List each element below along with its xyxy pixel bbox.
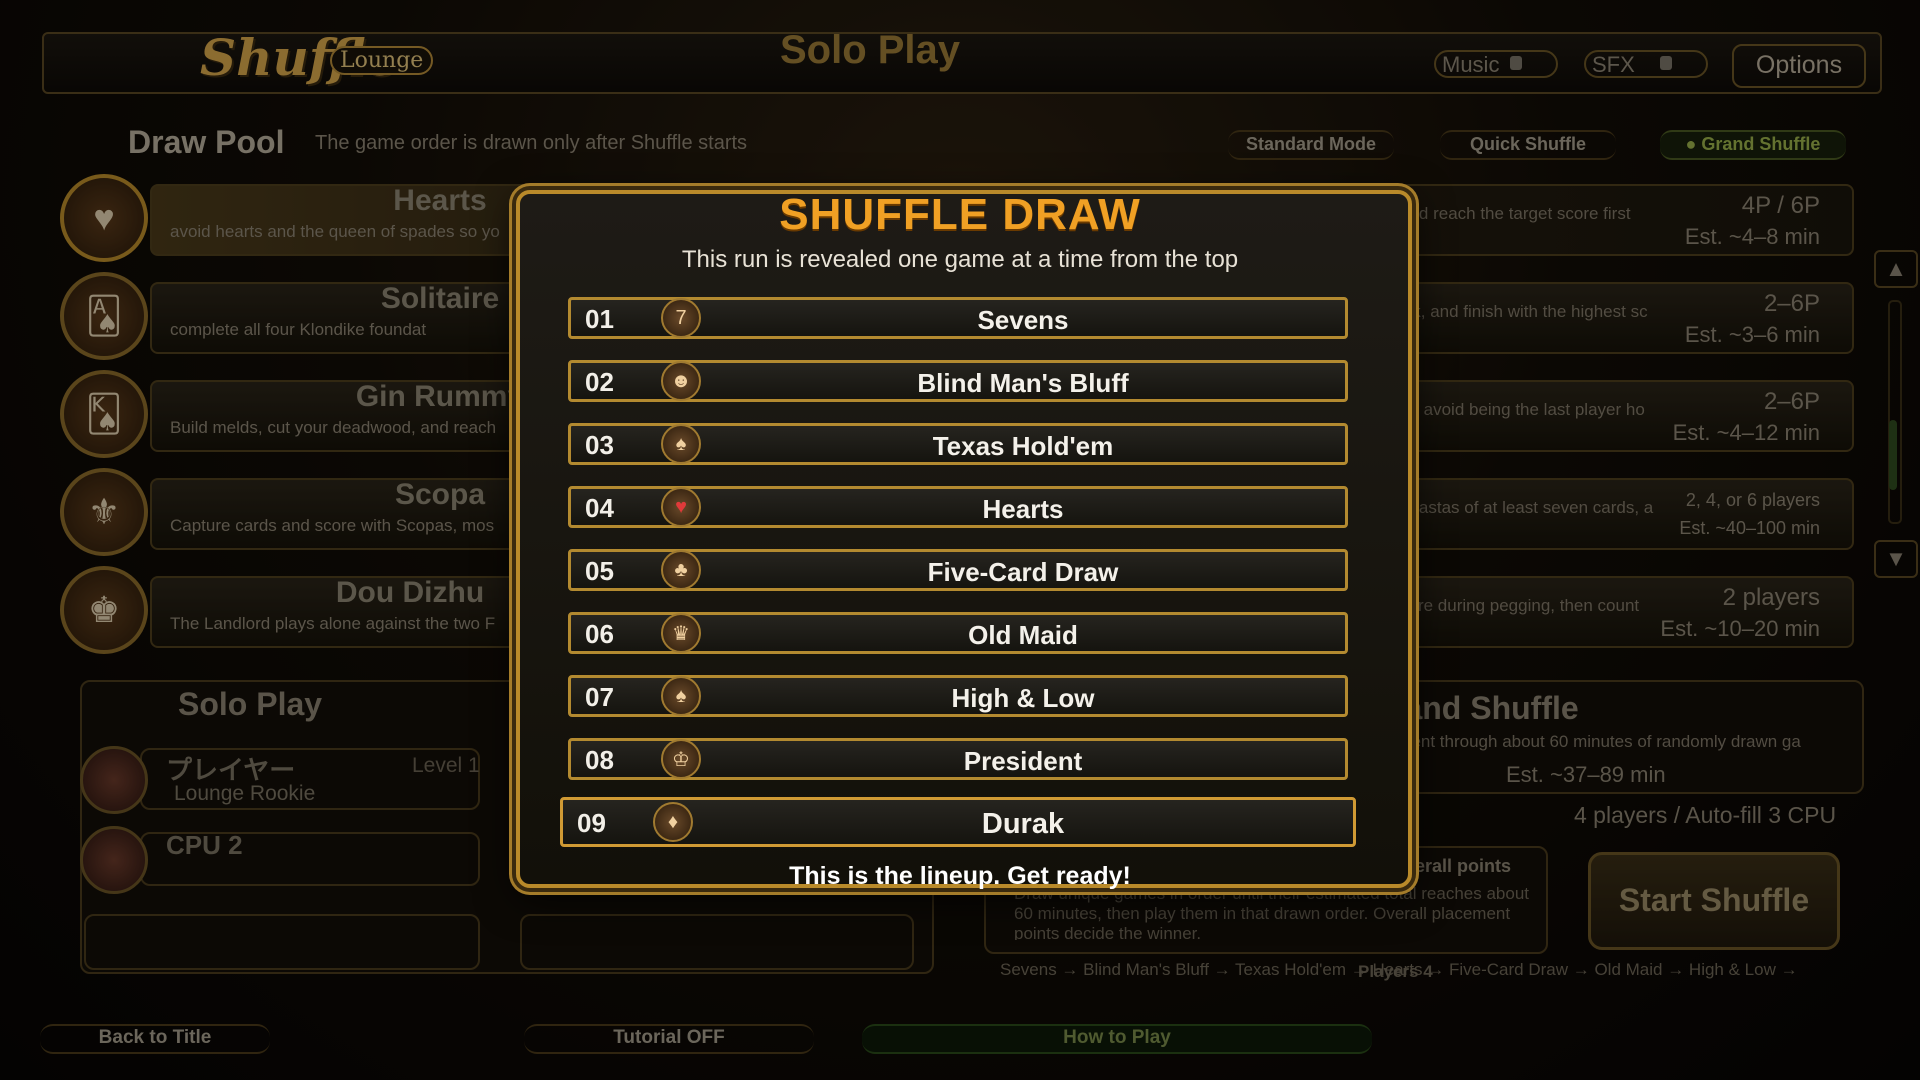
lineup-game-name: Blind Man's Bluff	[917, 368, 1129, 398]
lineup-game-name: President	[963, 746, 1083, 776]
lineup-game-name: Five-Card Draw	[927, 557, 1119, 587]
lineup-row: 07 ♠ High & Low	[568, 675, 1348, 717]
lineup-number: 05	[585, 556, 614, 586]
sevens-icon: 7	[661, 298, 701, 338]
lineup-number: 01	[585, 304, 614, 334]
lineup-game-name: Texas Hold'em	[932, 431, 1114, 461]
lineup-game-name: Sevens	[977, 305, 1069, 335]
lineup-game-name: Hearts	[982, 494, 1064, 524]
lineup-row: 05 ♣ Five-Card Draw	[568, 549, 1348, 591]
bluff-icon: ☻	[661, 361, 701, 401]
lineup-number: 07	[585, 682, 614, 712]
modal-title: SHUFFLE DRAW	[779, 190, 1141, 239]
lineup-row: 09 ♦ Durak	[560, 797, 1356, 847]
heart-icon: ♥	[661, 487, 701, 527]
crown-icon: ♔	[661, 739, 701, 779]
lineup-row: 02 ☻ Blind Man's Bluff	[568, 360, 1348, 402]
poker-icon: ♠	[661, 424, 701, 464]
lineup-number: 02	[585, 367, 614, 397]
lineup-game-name: Old Maid	[968, 620, 1078, 650]
spade-icon: ♠	[661, 676, 701, 716]
modal-footer: This is the lineup. Get ready!	[789, 862, 1131, 890]
lineup-row: 06 ♛ Old Maid	[568, 612, 1348, 654]
lineup-number: 06	[585, 619, 614, 649]
lineup-game-name: Durak	[981, 808, 1065, 840]
lineup-row: 08 ♔ President	[568, 738, 1348, 780]
lineup-number: 04	[585, 493, 614, 523]
lineup-number: 03	[585, 430, 614, 460]
shuffle-draw-modal	[516, 190, 1412, 888]
lineup-row: 03 ♠ Texas Hold'em	[568, 423, 1348, 465]
lineup-game-name: High & Low	[951, 683, 1095, 713]
lineup-row: 01 7 Sevens	[568, 297, 1348, 339]
modal-subtitle: This run is revealed one game at a time …	[681, 246, 1239, 273]
lineup-row: 04 ♥ Hearts	[568, 486, 1348, 528]
cards-icon: ♣	[661, 550, 701, 590]
lineup-number: 09	[577, 808, 606, 838]
lineup-number: 08	[585, 745, 614, 775]
maid-icon: ♛	[661, 613, 701, 653]
durak-icon: ♦	[653, 802, 693, 842]
